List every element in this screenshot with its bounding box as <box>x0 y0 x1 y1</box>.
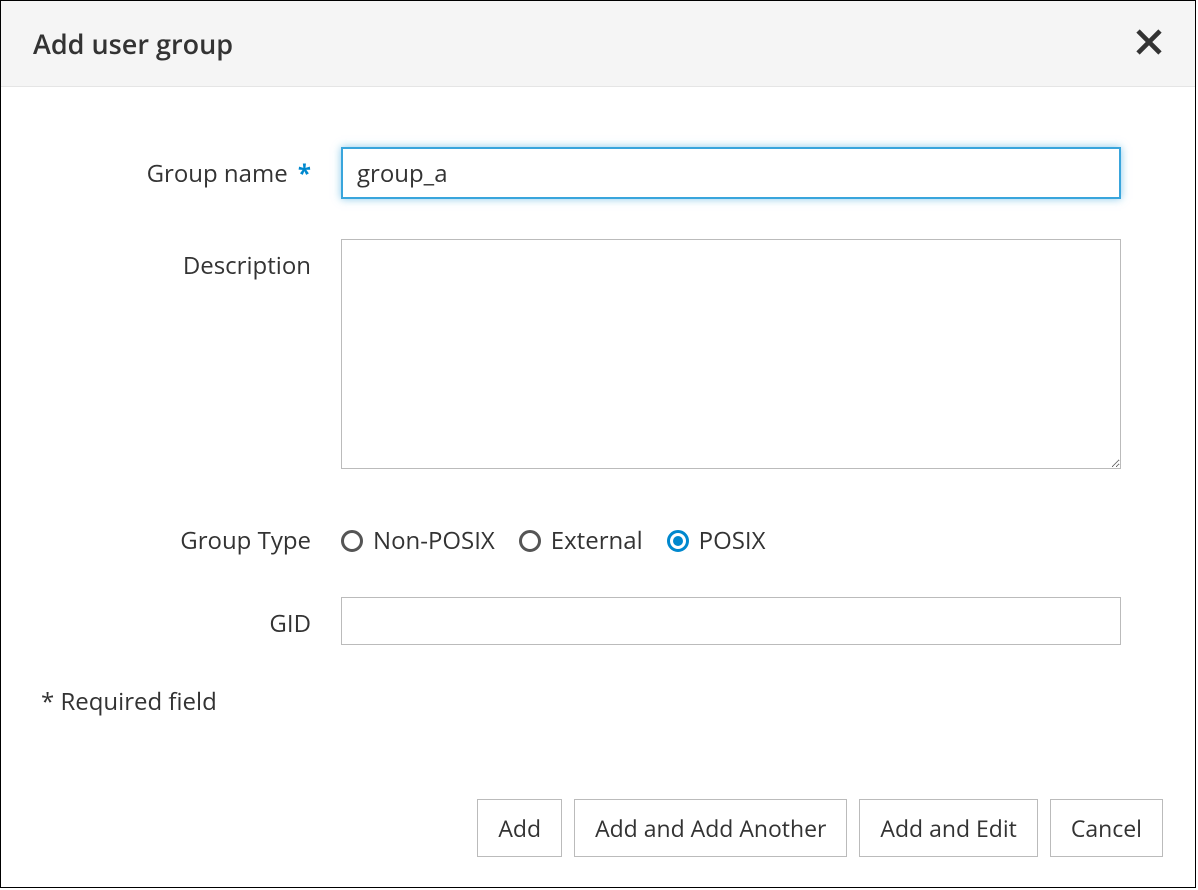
gid-row: GID <box>41 597 1155 645</box>
group-name-label: Group name * <box>41 147 341 190</box>
required-field-note: * Required field <box>41 685 1155 718</box>
group-name-input[interactable] <box>341 147 1121 199</box>
radio-icon <box>519 530 541 552</box>
required-star-icon: * <box>298 157 311 190</box>
add-and-edit-button[interactable]: Add and Edit <box>859 799 1037 857</box>
radio-posix[interactable]: POSIX <box>667 524 766 557</box>
cancel-button[interactable]: Cancel <box>1050 799 1163 857</box>
dialog-body: Group name * Description Group Type Non-… <box>1 87 1195 779</box>
description-input[interactable] <box>341 239 1121 469</box>
radio-dot-icon <box>673 536 683 546</box>
add-button[interactable]: Add <box>477 799 562 857</box>
add-user-group-dialog: Add user group Group name * Description … <box>0 0 1196 888</box>
description-row: Description <box>41 239 1155 474</box>
close-icon[interactable] <box>1135 26 1163 62</box>
radio-icon <box>667 530 689 552</box>
gid-input[interactable] <box>341 597 1121 645</box>
group-type-radio-group: Non-POSIX External POSIX <box>341 514 1121 557</box>
group-type-row: Group Type Non-POSIX External <box>41 514 1155 557</box>
radio-icon <box>341 530 363 552</box>
dialog-footer: Add Add and Add Another Add and Edit Can… <box>1 779 1195 887</box>
radio-non-posix[interactable]: Non-POSIX <box>341 524 495 557</box>
radio-label: POSIX <box>699 524 766 557</box>
group-type-label: Group Type <box>41 514 341 557</box>
radio-external[interactable]: External <box>519 524 643 557</box>
dialog-header: Add user group <box>1 1 1195 87</box>
dialog-title: Add user group <box>33 25 233 62</box>
radio-label: External <box>551 524 643 557</box>
gid-label: GID <box>41 597 341 640</box>
add-and-add-another-button[interactable]: Add and Add Another <box>574 799 847 857</box>
radio-label: Non-POSIX <box>373 524 495 557</box>
group-name-row: Group name * <box>41 147 1155 199</box>
description-label: Description <box>41 239 341 282</box>
